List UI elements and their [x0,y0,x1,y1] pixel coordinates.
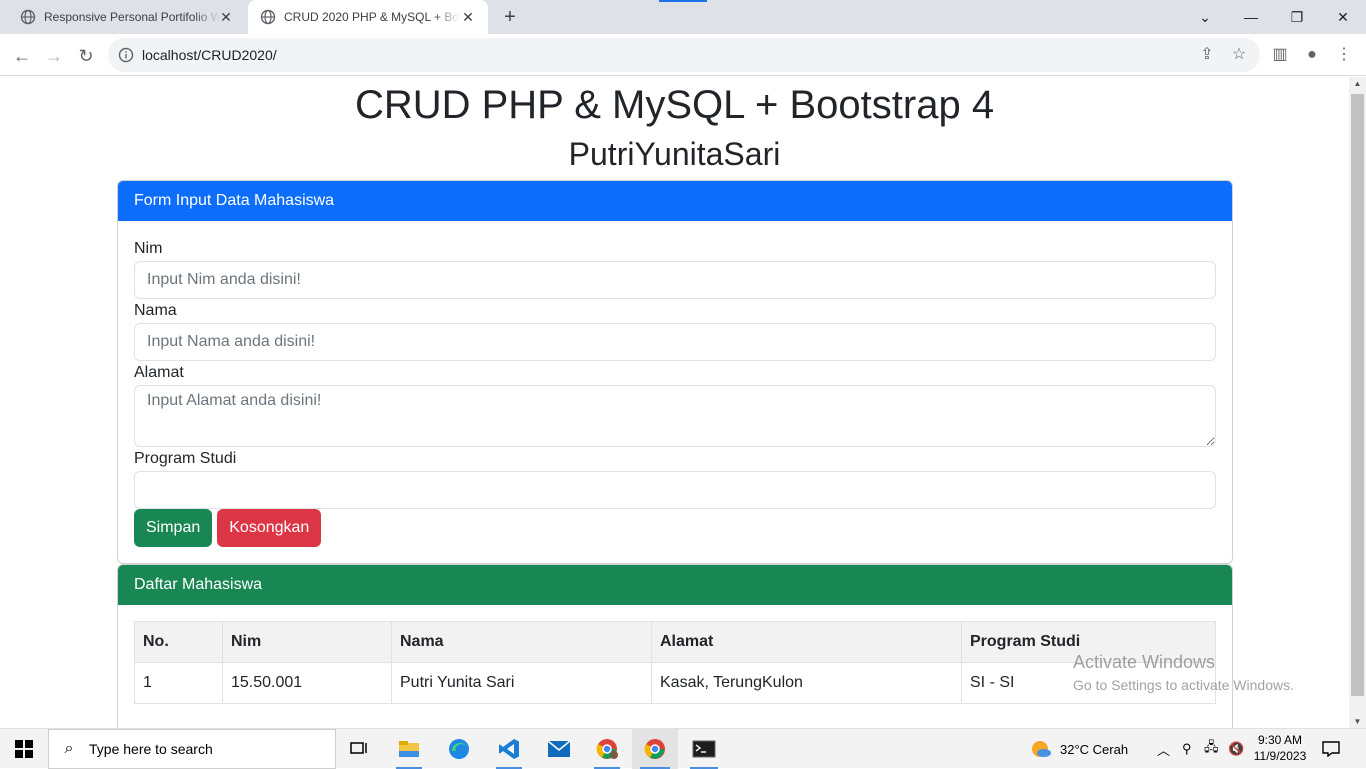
tab-title: CRUD 2020 PHP & MySQL + Boo [284,10,460,24]
table-header-row: No. Nim Nama Alamat Program Studi [134,621,1216,663]
show-hidden-icons-chevron-icon[interactable]: ︿ [1157,729,1170,769]
table-cell: 15.50.001 [222,662,392,704]
info-icon[interactable] [118,47,134,63]
page-content: CRUD PHP & MySQL + Bootstrap 4 PutriYuni… [0,77,1349,728]
clear-button[interactable]: Kosongkan [217,509,322,547]
clock[interactable]: 9:30 AM 11/9/2023 [1248,732,1312,764]
address-bar[interactable]: localhost/CRUD2020/ ⇪ ☆ [108,38,1260,72]
windows-start-icon[interactable] [0,729,48,769]
new-tab-icon[interactable]: + [498,5,522,29]
table-cell: Putri Yunita Sari [391,662,652,704]
tab-indicator [659,0,707,2]
reload-icon[interactable]: ↻ [72,42,100,70]
chevron-down-icon[interactable]: ⌄ [1182,0,1228,34]
file-explorer-icon[interactable] [386,729,432,769]
prodi-label: Program Studi [134,450,237,467]
form-buttons: Simpan Kosongkan [134,509,1216,547]
form-card-body: Nim Nama Alamat Program Studi Simpan Kos… [118,221,1232,563]
browser-toolbar: ← → ↻ localhost/CRUD2020/ ⇪ ☆ ▥ ● ⋮ [0,34,1366,76]
scroll-down-icon[interactable]: ▼ [1353,717,1362,726]
nim-label: Nim [134,240,163,257]
page-subtitle: PutriYunitaSari [568,136,781,172]
forward-icon[interactable]: → [40,42,68,70]
nama-label: Nama [134,302,177,319]
globe-icon [260,9,276,25]
terminal-icon[interactable] [680,729,728,769]
side-panel-icon[interactable]: ▥ [1270,45,1290,65]
volume-muted-icon[interactable]: 🔇 [1228,729,1244,769]
task-view-icon[interactable] [338,729,382,769]
browser-tab-strip: Responsive Personal Portifolio W ✕ CRUD … [0,0,1366,34]
minimize-icon[interactable]: — [1228,0,1274,34]
list-card-body: No. Nim Nama Alamat Program Studi 1 15.5… [118,605,1232,720]
clock-date: 11/9/2023 [1253,749,1307,763]
menu-kebab-icon[interactable]: ⋮ [1334,45,1354,65]
alamat-textarea[interactable] [134,385,1216,447]
share-icon[interactable]: ⇪ [1198,46,1216,64]
list-card: Daftar Mahasiswa No. Nim Nama Alamat Pro… [117,564,1233,728]
tab-crud[interactable]: CRUD 2020 PHP & MySQL + Boo ✕ [248,0,488,34]
notifications-icon[interactable] [1322,729,1340,769]
close-tab-icon[interactable]: ✕ [460,9,476,25]
form-card-header: Form Input Data Mahasiswa [118,181,1232,221]
nim-group: Nim [134,237,1216,299]
meet-now-icon[interactable]: ⚲ [1182,729,1192,769]
table-cell: Kasak, TerungKulon [651,662,962,704]
mahasiswa-table: No. Nim Nama Alamat Program Studi 1 15.5… [134,621,1216,704]
table-cell: 1 [134,662,223,704]
activate-windows-watermark: Activate Windows Go to Settings to activ… [1073,652,1294,693]
restore-icon[interactable]: ❐ [1274,0,1320,34]
alamat-label: Alamat [134,364,184,381]
back-icon[interactable]: ← [8,42,36,70]
weather-sun-icon [1032,741,1051,757]
page-title: CRUD PHP & MySQL + Bootstrap 4 [354,83,995,127]
edge-browser-icon[interactable] [436,729,482,769]
prodi-input[interactable] [134,471,1216,509]
search-placeholder: Type here to search [89,741,213,757]
watermark-line1: Activate Windows [1073,652,1216,672]
chrome-profile-icon[interactable] [584,729,630,769]
nama-input[interactable] [134,323,1216,361]
form-card: Form Input Data Mahasiswa Nim Nama Alama… [117,180,1233,564]
column-header: Nama [391,621,652,663]
save-button[interactable]: Simpan [134,509,213,547]
search-icon: ⌕ [64,740,74,757]
url-text: localhost/CRUD2020/ [142,47,277,63]
windows-taskbar: ⌕ Type here to search 32°C Cerah ︿ ⚲ 🖧 🔇… [0,728,1366,769]
scrollbar-thumb[interactable] [1351,94,1364,696]
vscode-icon[interactable] [486,729,532,769]
alamat-group: Alamat [134,361,1216,447]
list-card-header: Daftar Mahasiswa [118,565,1232,605]
watermark-line2: Go to Settings to activate Windows. [1073,677,1294,693]
bookmark-star-icon[interactable]: ☆ [1230,46,1248,64]
globe-icon [20,9,36,25]
tab-portfolio[interactable]: Responsive Personal Portifolio W ✕ [8,0,246,34]
taskbar-search-box[interactable]: ⌕ Type here to search [48,729,336,769]
weather-text: 32°C Cerah [1060,741,1129,757]
clock-time: 9:30 AM [1257,733,1303,747]
close-window-icon[interactable]: ✕ [1320,0,1366,34]
network-icon[interactable]: 🖧 [1204,729,1219,769]
nama-group: Nama [134,299,1216,361]
weather-widget[interactable]: 32°C Cerah [1030,729,1128,769]
scroll-up-icon[interactable]: ▲ [1353,79,1362,88]
close-tab-icon[interactable]: ✕ [218,9,234,25]
prodi-group: Program Studi [134,447,1216,509]
mail-icon[interactable] [536,729,582,769]
column-header: No. [134,621,223,663]
vertical-scrollbar[interactable]: ▲ ▼ [1349,77,1366,728]
column-header: Alamat [651,621,962,663]
column-header: Nim [222,621,392,663]
nim-input[interactable] [134,261,1216,299]
tab-title: Responsive Personal Portifolio W [44,10,220,24]
profile-avatar-icon[interactable]: ● [1302,45,1322,65]
chrome-icon[interactable] [632,729,678,769]
table-row: 1 15.50.001 Putri Yunita Sari Kasak, Ter… [134,662,1216,704]
